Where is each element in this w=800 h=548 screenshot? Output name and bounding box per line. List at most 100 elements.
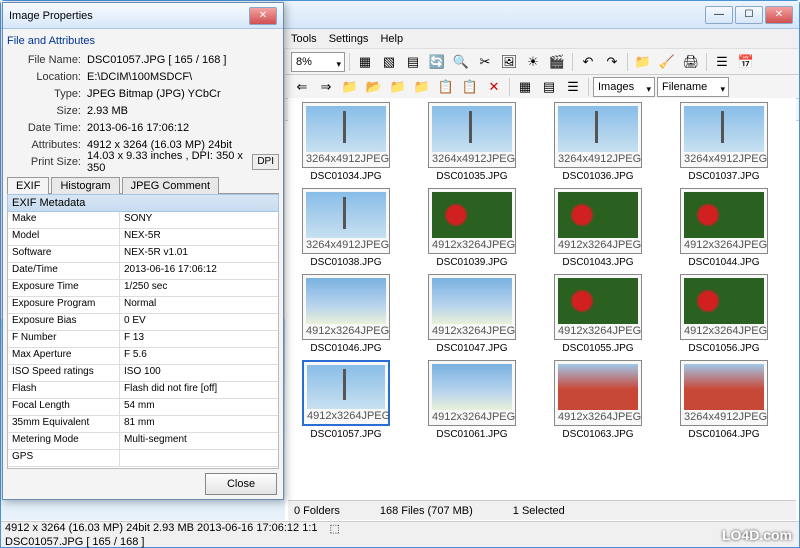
filter-select[interactable]: Images (593, 77, 655, 97)
refresh-icon[interactable]: 🔄 (426, 51, 448, 73)
menu-help[interactable]: Help (380, 33, 403, 45)
minimize-button[interactable]: — (705, 6, 733, 24)
tool-icon[interactable]: ▧ (378, 51, 400, 73)
thumb-filename: DSC01038.JPG (310, 257, 381, 268)
exif-row: F NumberF 13 (8, 331, 278, 348)
thumb-filename: DSC01035.JPG (436, 171, 507, 182)
tab-histogram[interactable]: Histogram (51, 177, 119, 194)
ratio-icon[interactable]: ⬚ (330, 522, 340, 535)
exif-table[interactable]: MakeSONYModelNEX-5RSoftwareNEX-5R v1.01D… (7, 212, 279, 469)
thumbnail-grid[interactable]: 3264x4912JPEGDSC01034.JPG3264x4912JPEGDS… (288, 98, 796, 500)
thumbnail[interactable]: 4912x3264JPEGDSC01063.JPG (544, 360, 652, 440)
exif-row: FlashFlash did not fire [off] (8, 382, 278, 399)
exif-row: MakeSONY (8, 212, 278, 229)
attr-row: Date Time:2013-06-16 17:06:12 (7, 119, 279, 136)
tool-icon[interactable]: 📁 (632, 51, 654, 73)
forward-icon[interactable]: ⇒ (315, 76, 337, 98)
thumbnail[interactable]: 3264x4912JPEGDSC01035.JPG (418, 102, 526, 182)
zoom-select[interactable]: 8% (291, 52, 345, 72)
tool-icon[interactable]: ▦ (354, 51, 376, 73)
rotate-right-icon[interactable]: ↷ (601, 51, 623, 73)
exif-row: ModelNEX-5R (8, 229, 278, 246)
dpi-button[interactable]: DPI (252, 154, 279, 170)
thumb-filename: DSC01043.JPG (562, 257, 633, 268)
close-button[interactable]: Close (205, 473, 277, 495)
tool-icon[interactable]: 🖼 (498, 51, 520, 73)
main-statusbar: 4912 x 3264 (16.03 MP) 24bit 2.93 MB 201… (1, 521, 799, 547)
menu-settings[interactable]: Settings (329, 33, 369, 45)
copy-icon[interactable]: 📋 (435, 76, 457, 98)
thumb-filename: DSC01036.JPG (562, 171, 633, 182)
image-properties-dialog: Image Properties ✕ File and Attributes F… (2, 2, 284, 500)
thumb-filename: DSC01057.JPG (310, 429, 381, 440)
tab-jpeg-comment[interactable]: JPEG Comment (122, 177, 219, 194)
exif-row: GPS (8, 450, 278, 467)
folder-new-icon[interactable]: 📁 (387, 76, 409, 98)
group-title: File and Attributes (7, 35, 279, 47)
exif-row: Exposure Bias0 EV (8, 314, 278, 331)
view-icon[interactable]: ▤ (538, 76, 560, 98)
paste-icon[interactable]: 📋 (459, 76, 481, 98)
watermark: LO4D.com (722, 527, 792, 543)
exif-row: Exposure ProgramNormal (8, 297, 278, 314)
view-icon[interactable]: ▦ (514, 76, 536, 98)
thumbs-statusbar: 0 Folders 168 Files (707 MB) 1 Selected (288, 500, 796, 520)
tool-icon[interactable]: ✂ (474, 51, 496, 73)
thumbnail-area: 3264x4912JPEGDSC01034.JPG3264x4912JPEGDS… (288, 98, 796, 520)
status-files: 168 Files (707 MB) (380, 505, 473, 517)
thumbnail[interactable]: 4912x3264JPEGDSC01039.JPG (418, 188, 526, 268)
exif-row: SoftwareNEX-5R v1.01 (8, 246, 278, 263)
exif-row: Metering ModeMulti-segment (8, 433, 278, 450)
status-folders: 0 Folders (294, 505, 340, 517)
thumbnail[interactable]: 3264x4912JPEGDSC01038.JPG (292, 188, 400, 268)
exif-row: Date/Time2013-06-16 17:06:12 (8, 263, 278, 280)
view-icon[interactable]: ☰ (562, 76, 584, 98)
folder-icon[interactable]: 📁 (411, 76, 433, 98)
print-icon[interactable]: 🖨 (680, 51, 702, 73)
close-button[interactable]: ✕ (765, 6, 793, 24)
tool-icon[interactable]: ☀ (522, 51, 544, 73)
thumb-filename: DSC01055.JPG (562, 343, 633, 354)
thumb-filename: DSC01039.JPG (436, 257, 507, 268)
dialog-titlebar[interactable]: Image Properties ✕ (3, 3, 283, 29)
attr-row: Location:E:\DCIM\100MSDCF\ (7, 68, 279, 85)
thumbnail[interactable]: 3264x4912JPEGDSC01064.JPG (670, 360, 778, 440)
status-selected: 1 Selected (513, 505, 565, 517)
sort-select[interactable]: Filename (657, 77, 729, 97)
thumb-filename: DSC01044.JPG (688, 257, 759, 268)
tab-exif[interactable]: EXIF (7, 177, 49, 194)
tool-icon[interactable]: ▤ (402, 51, 424, 73)
thumbnail[interactable]: 4912x3264JPEGDSC01061.JPG (418, 360, 526, 440)
thumbnail[interactable]: 3264x4912JPEGDSC01037.JPG (670, 102, 778, 182)
rotate-left-icon[interactable]: ↶ (577, 51, 599, 73)
thumbnail[interactable]: 4912x3264JPEGDSC01044.JPG (670, 188, 778, 268)
thumbnail[interactable]: 3264x4912JPEGDSC01034.JPG (292, 102, 400, 182)
thumbnail[interactable]: 4912x3264JPEGDSC01055.JPG (544, 274, 652, 354)
tool-icon[interactable]: 🔍 (450, 51, 472, 73)
folder-icon[interactable]: 📁 (339, 76, 361, 98)
exif-row: Max ApertureF 5.6 (8, 348, 278, 365)
tool-icon[interactable]: 🧹 (656, 51, 678, 73)
thumbnail[interactable]: 4912x3264JPEGDSC01057.JPG (292, 360, 400, 440)
exif-row: ISO Speed ratingsISO 100 (8, 365, 278, 382)
thumbnail[interactable]: 4912x3264JPEGDSC01056.JPG (670, 274, 778, 354)
tool-icon[interactable]: 🎬 (546, 51, 568, 73)
maximize-button[interactable]: ☐ (735, 6, 763, 24)
delete-icon[interactable]: ✕ (483, 76, 505, 98)
attr-row: Type:JPEG Bitmap (JPG) YCbCr (7, 85, 279, 102)
dialog-close-icon[interactable]: ✕ (249, 7, 277, 25)
thumbnail[interactable]: 4912x3264JPEGDSC01046.JPG (292, 274, 400, 354)
thumbnail[interactable]: 3264x4912JPEGDSC01036.JPG (544, 102, 652, 182)
tool-icon[interactable]: 📅 (735, 51, 757, 73)
folder-up-icon[interactable]: 📂 (363, 76, 385, 98)
back-icon[interactable]: ⇐ (291, 76, 313, 98)
thumb-filename: DSC01061.JPG (436, 429, 507, 440)
thumb-filename: DSC01037.JPG (688, 171, 759, 182)
thumb-filename: DSC01056.JPG (688, 343, 759, 354)
thumbnail[interactable]: 4912x3264JPEGDSC01047.JPG (418, 274, 526, 354)
thumb-filename: DSC01047.JPG (436, 343, 507, 354)
thumbnail[interactable]: 4912x3264JPEGDSC01043.JPG (544, 188, 652, 268)
menu-tools[interactable]: Tools (291, 33, 317, 45)
tool-icon[interactable]: ☰ (711, 51, 733, 73)
thumb-filename: DSC01064.JPG (688, 429, 759, 440)
